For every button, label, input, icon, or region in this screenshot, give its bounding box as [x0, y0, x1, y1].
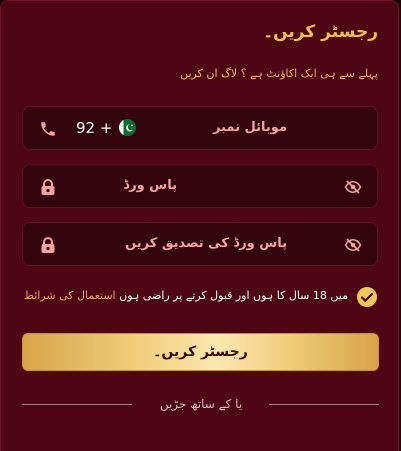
- confirm-password-label: پاس ورڈ کی تصدیق کریں: [125, 236, 287, 251]
- phone-field[interactable]: 92 + موبائل نمبر: [22, 106, 378, 150]
- login-prompt: پہلے سے ہی ایک اکاؤنٹ ہے ؟ لاگ ان کریں: [180, 67, 378, 80]
- eye-off-icon[interactable]: [344, 179, 362, 195]
- phone-icon: [41, 122, 55, 136]
- divider-line-left: [22, 404, 132, 405]
- divider-line-right: [269, 404, 379, 405]
- checkmark-icon: [360, 292, 374, 302]
- terms-checkbox[interactable]: [357, 287, 377, 307]
- lock-icon: [41, 237, 55, 253]
- country-code: 92 +: [76, 119, 113, 137]
- password-label: پاس ورڈ: [123, 178, 177, 193]
- terms-text: میں 18 سال کا ہوں اور قبول کرتے پر راضی …: [24, 289, 348, 302]
- eye-off-icon[interactable]: [344, 237, 362, 253]
- terms-statement: میں 18 سال کا ہوں اور قبول کرتے پر راضی …: [119, 289, 348, 302]
- register-panel: رجسٹر کریں۔ پہلے سے ہی ایک اکاؤنٹ ہے ؟ ل…: [0, 0, 399, 451]
- lock-icon: [41, 179, 55, 195]
- login-prompt-text: پہلے سے ہی ایک اکاؤنٹ ہے ؟: [240, 67, 378, 80]
- phone-label: موبائل نمبر: [213, 120, 287, 135]
- pakistan-flag-icon[interactable]: [119, 119, 136, 136]
- password-field[interactable]: پاس ورڈ: [22, 164, 378, 208]
- page-title: رجسٹر کریں۔: [263, 22, 378, 42]
- confirm-password-field[interactable]: پاس ورڈ کی تصدیق کریں: [22, 222, 378, 266]
- terms-link[interactable]: استعمال کی شرائط: [24, 289, 116, 302]
- register-button[interactable]: رجسٹر کریں۔: [22, 333, 379, 371]
- divider-text: یا کے ساتھ جڑیں: [159, 397, 243, 411]
- login-link[interactable]: لاگ ان کریں: [180, 67, 237, 80]
